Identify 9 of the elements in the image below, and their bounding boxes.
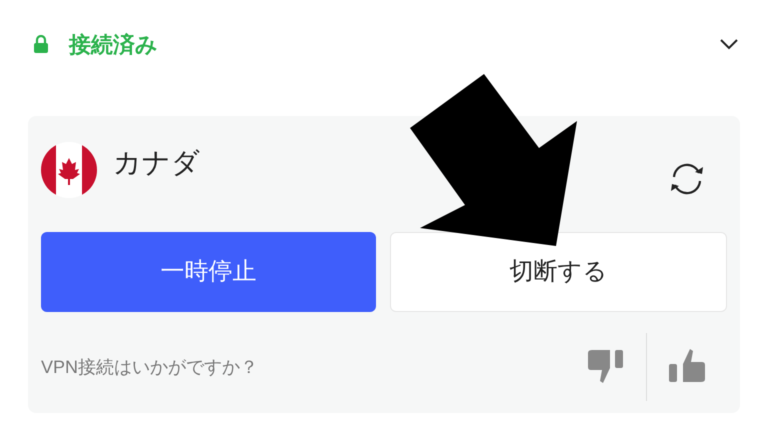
thumbs-down-icon[interactable] bbox=[587, 349, 625, 385]
chevron-down-icon[interactable] bbox=[720, 38, 738, 50]
thumbs-up-icon[interactable] bbox=[668, 349, 706, 385]
country-name: カナダ bbox=[113, 146, 200, 180]
lock-icon bbox=[34, 35, 48, 53]
disconnect-button[interactable]: 切断する bbox=[390, 232, 727, 312]
pause-button[interactable]: 一時停止 bbox=[41, 232, 376, 312]
connection-status: 接続済み bbox=[69, 30, 158, 58]
feedback-question: VPN接続はいかがですか？ bbox=[41, 356, 258, 378]
